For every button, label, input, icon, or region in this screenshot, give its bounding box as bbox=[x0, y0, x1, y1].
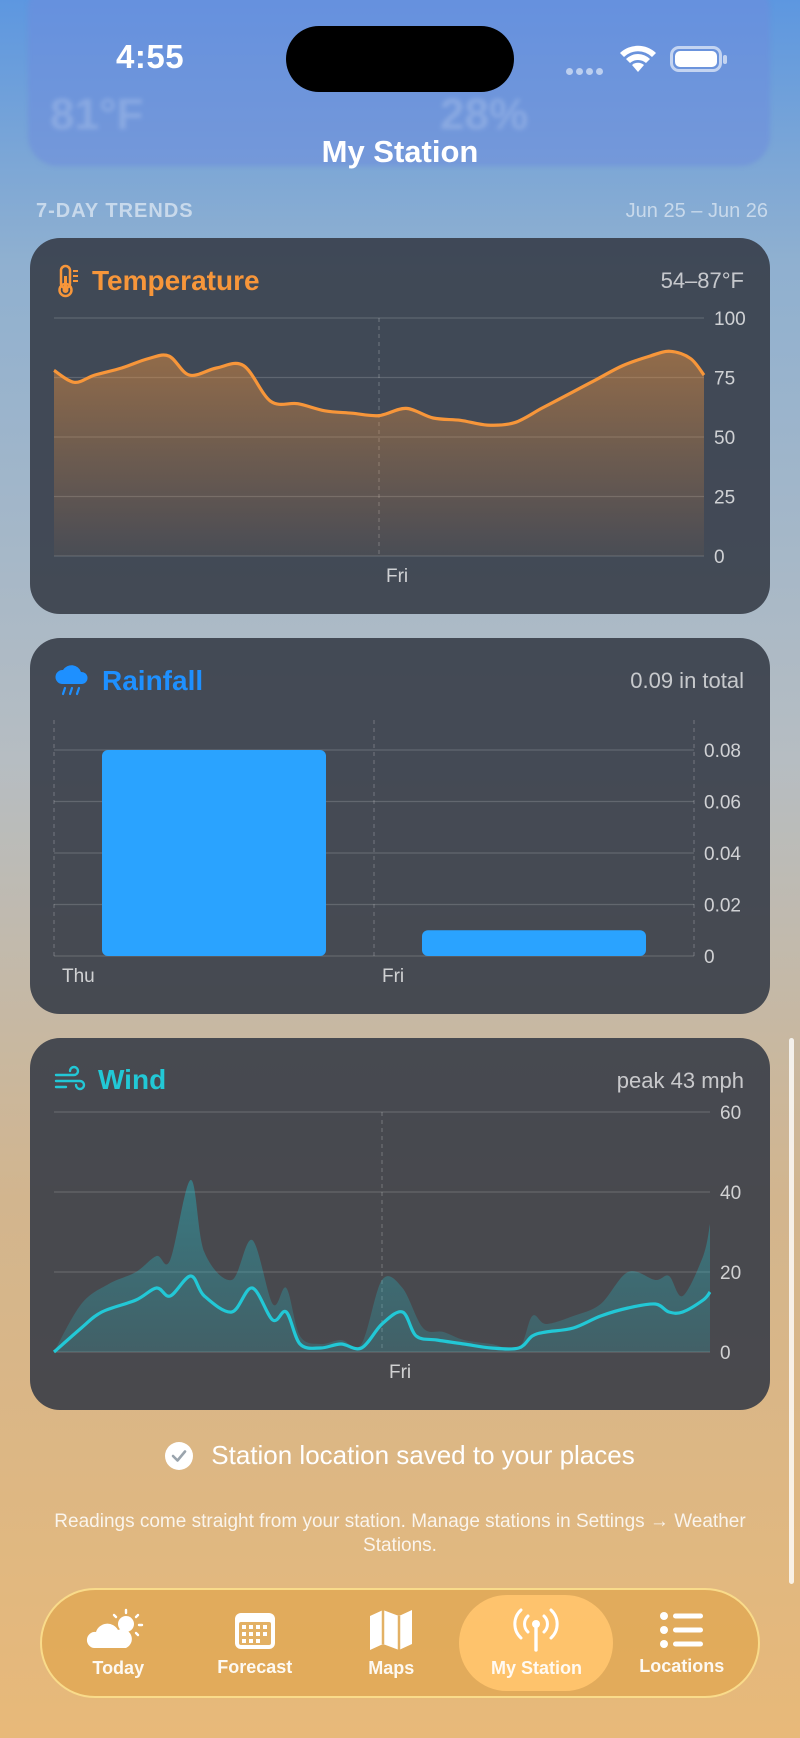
ghost-temperature-value: 81°F bbox=[50, 90, 144, 139]
signal-icon bbox=[566, 62, 610, 75]
temperature-range: 54–87°F bbox=[660, 268, 744, 293]
temperature-y-tick: 25 bbox=[714, 488, 735, 509]
rainfall-y-tick: 0.06 bbox=[704, 793, 741, 814]
wind-peak: peak 43 mph bbox=[616, 1068, 744, 1093]
tab-today-label: Today bbox=[92, 1657, 145, 1678]
section-label: 7-DAY TRENDS bbox=[36, 200, 194, 222]
rainfall-title: Rainfall bbox=[102, 665, 204, 696]
cloud-rain-icon bbox=[55, 665, 88, 696]
wind-y-tick: 60 bbox=[720, 1103, 741, 1124]
wind-icon bbox=[54, 1065, 86, 1091]
temperature-area bbox=[54, 351, 704, 556]
checkmark-icon bbox=[165, 1441, 194, 1470]
list-icon bbox=[659, 1611, 703, 1648]
tab-today[interactable]: Today bbox=[50, 1595, 186, 1691]
section-date-range: Jun 25 – Jun 26 bbox=[625, 200, 768, 222]
scroll-indicator[interactable] bbox=[789, 1038, 794, 1584]
wind-y-tick: 0 bbox=[720, 1343, 731, 1364]
wind-title: Wind bbox=[98, 1064, 167, 1095]
rainfall-y-tick: 0.02 bbox=[704, 896, 741, 917]
wind-x-tick: Fri bbox=[389, 1362, 411, 1383]
ghost-humidity-value: 28% bbox=[440, 90, 529, 139]
tab-maps[interactable]: Maps bbox=[323, 1595, 459, 1691]
temperature-title: Temperature bbox=[92, 265, 260, 296]
tab-maps-label: Maps bbox=[368, 1657, 415, 1678]
temperature-y-tick: 100 bbox=[714, 309, 746, 330]
footnote: Readings come straight from your station… bbox=[54, 1511, 746, 1556]
rainfall-total: 0.09 in total bbox=[630, 668, 744, 693]
tab-locations[interactable]: Locations bbox=[613, 1595, 749, 1691]
temperature-y-tick: 0 bbox=[714, 547, 725, 568]
sun-cloud-icon bbox=[87, 1608, 144, 1648]
temperature-card-header: Temperature bbox=[54, 264, 260, 298]
tab-forecast[interactable]: Forecast bbox=[186, 1595, 322, 1691]
tab-my-station[interactable]: My Station bbox=[459, 1595, 614, 1691]
wind-card[interactable]: 0 20 40 60 Fri Wind peak 43 mph bbox=[30, 1038, 770, 1410]
rainfall-y-tick: 0 bbox=[704, 947, 715, 968]
wind-y-tick: 40 bbox=[720, 1183, 741, 1204]
battery-icon bbox=[670, 46, 727, 72]
rainfall-x-tick: Fri bbox=[382, 966, 404, 987]
wind-y-tick: 20 bbox=[720, 1263, 741, 1284]
tab-bar: Today Forecast Maps My Station Locations bbox=[40, 1588, 760, 1698]
thermometer-icon bbox=[58, 264, 78, 298]
tab-my-station-label: My Station bbox=[490, 1657, 582, 1678]
page-title: My Station bbox=[321, 134, 479, 169]
tab-locations-label: Locations bbox=[639, 1655, 725, 1676]
dynamic-island bbox=[286, 26, 514, 92]
wifi-icon bbox=[620, 45, 656, 72]
antenna-icon bbox=[513, 1608, 560, 1652]
temperature-y-tick: 75 bbox=[714, 369, 735, 390]
screen: 81°F 28% 4:55 My Station 7-DAY TRENDS Ju… bbox=[0, 0, 800, 1738]
rainfall-card[interactable]: 0 0.02 0.04 0.06 0.08 Thu Fri Rainfall 0.09 in… bbox=[30, 638, 770, 1014]
rainfall-bar bbox=[102, 750, 326, 956]
temperature-y-tick: 50 bbox=[714, 428, 735, 449]
map-icon bbox=[370, 1609, 413, 1650]
status-time: 4:55 bbox=[116, 38, 185, 75]
calendar-icon bbox=[234, 1612, 275, 1649]
temperature-card[interactable]: 0 25 50 75 100 Fri Temperature 54–87°F bbox=[30, 238, 770, 614]
saved-notice: Station location saved to your places bbox=[0, 1440, 800, 1471]
temperature-x-tick: Fri bbox=[386, 566, 408, 587]
rainfall-y-tick: 0.08 bbox=[704, 741, 741, 762]
rainfall-card-header: Rainfall bbox=[54, 664, 203, 698]
rainfall-x-tick: Thu bbox=[62, 966, 95, 987]
wind-card-header: Wind bbox=[54, 1064, 166, 1096]
saved-notice-text: Station location saved to your places bbox=[211, 1440, 635, 1470]
rainfall-bar bbox=[422, 930, 646, 956]
rainfall-y-tick: 0.04 bbox=[704, 844, 741, 865]
tab-forecast-label: Forecast bbox=[217, 1656, 293, 1677]
